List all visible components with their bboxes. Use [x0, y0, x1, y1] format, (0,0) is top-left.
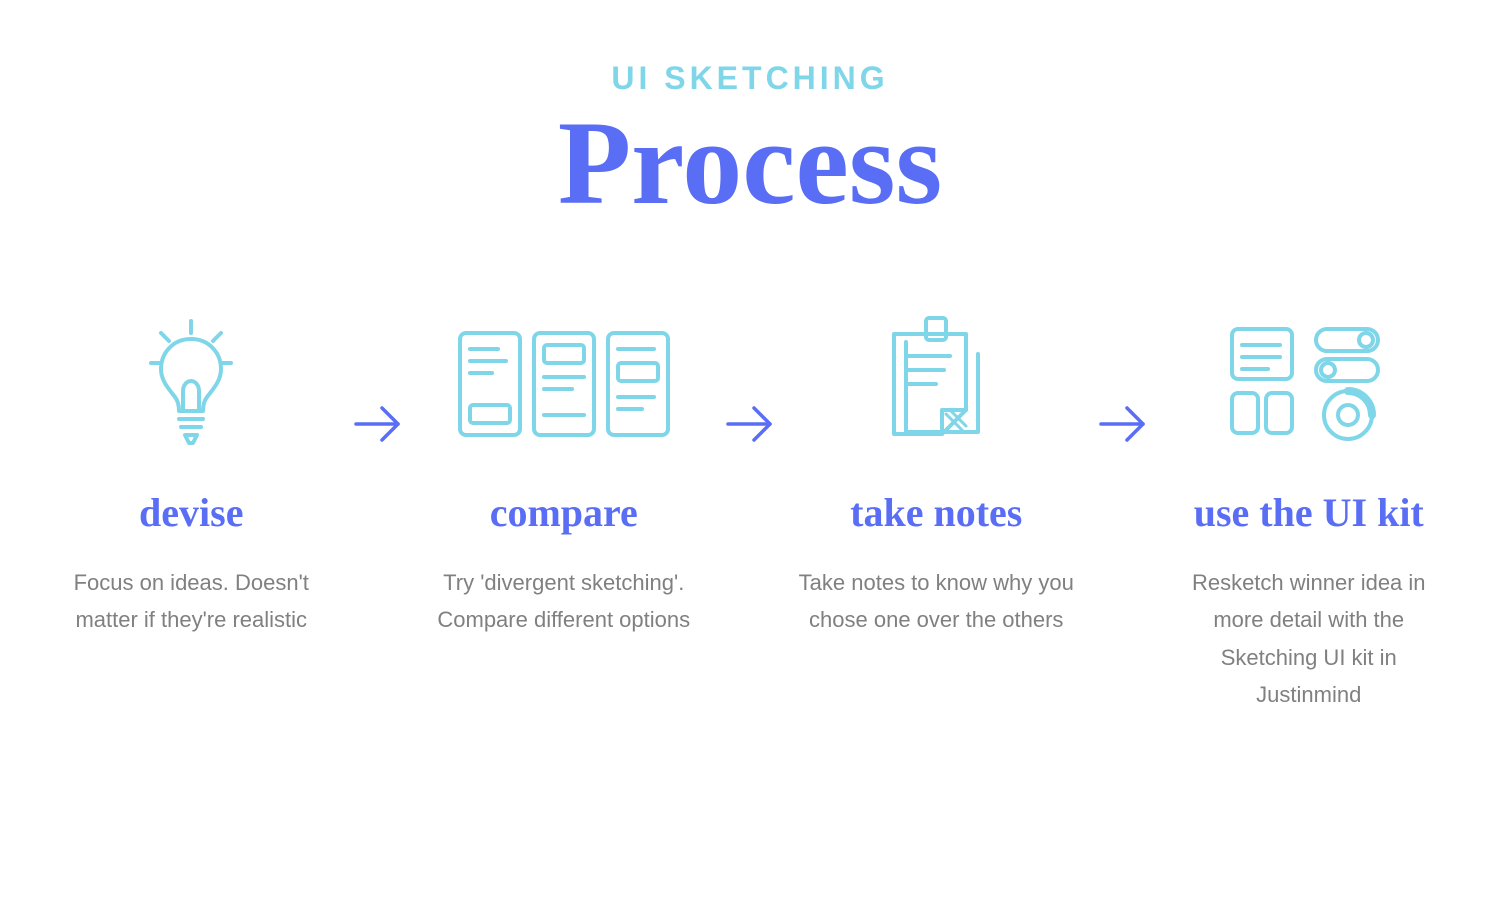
subtitle: UI SKETCHING	[40, 60, 1460, 97]
step-compare: compare Try 'divergent sketching'. Compa…	[423, 309, 706, 639]
header: UI SKETCHING Process	[40, 60, 1460, 229]
page-title: Process	[40, 97, 1460, 229]
step-description: Focus on ideas. Doesn't matter if they'r…	[51, 564, 331, 639]
step-description: Take notes to know why you chose one ove…	[796, 564, 1076, 639]
lightbulb-icon	[141, 309, 241, 459]
wireframes-icon	[454, 309, 674, 459]
step-heading: compare	[490, 489, 638, 536]
step-description: Resketch winner idea in more detail with…	[1169, 564, 1449, 714]
note-icon	[876, 309, 996, 459]
steps-row: devise Focus on ideas. Doesn't matter if…	[40, 309, 1460, 714]
step-ui-kit: use the UI kit Resketch winner idea in m…	[1168, 309, 1451, 714]
step-heading: take notes	[850, 489, 1022, 536]
arrow-icon	[715, 309, 785, 539]
ui-kit-icon	[1224, 309, 1394, 459]
diagram-canvas: UI SKETCHING Process	[0, 0, 1500, 900]
step-description: Try 'divergent sketching'. Compare diffe…	[424, 564, 704, 639]
step-heading: use the UI kit	[1194, 489, 1424, 536]
step-heading: devise	[139, 489, 243, 536]
arrow-icon	[1088, 309, 1158, 539]
arrow-icon	[343, 309, 413, 539]
step-devise: devise Focus on ideas. Doesn't matter if…	[50, 309, 333, 639]
step-take-notes: take notes Take notes to know why you ch…	[795, 309, 1078, 639]
